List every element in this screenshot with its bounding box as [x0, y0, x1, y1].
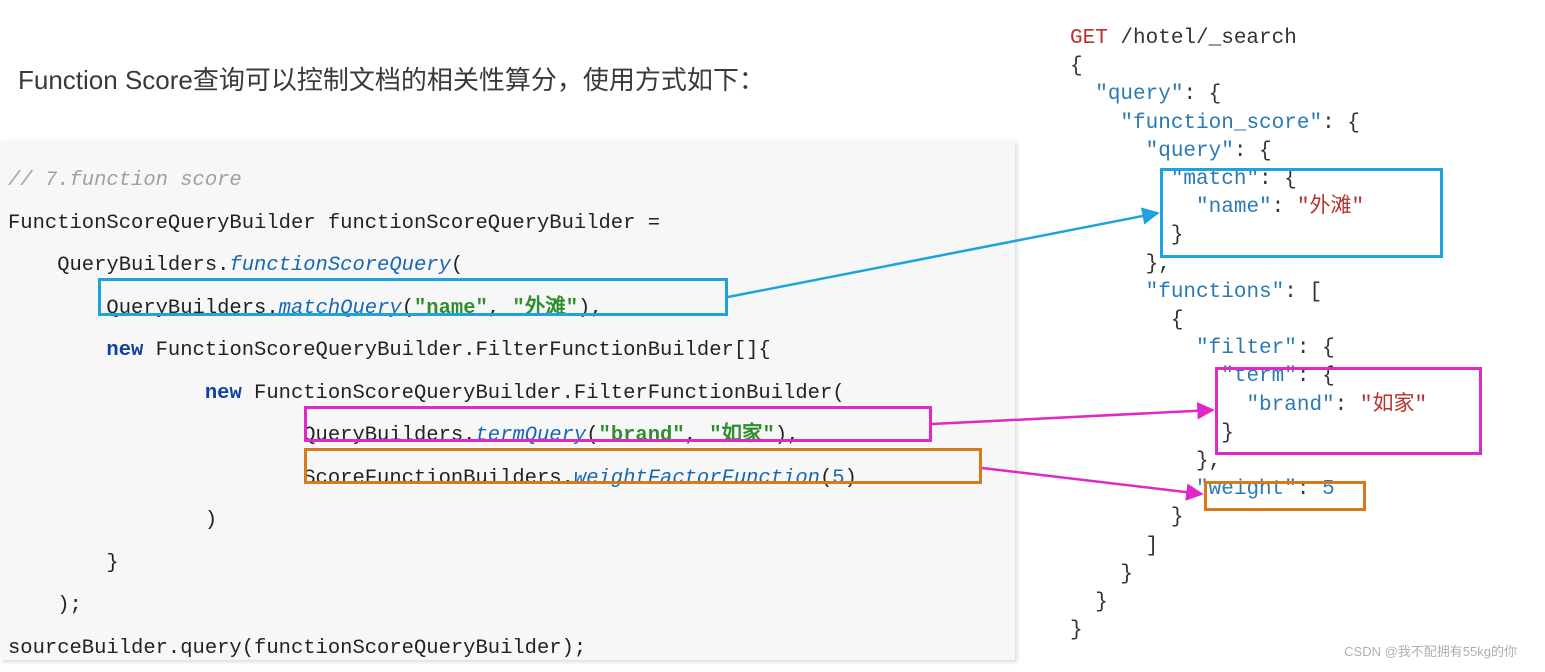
code-line: FunctionScoreQueryBuilder functionScoreQ… [0, 203, 1015, 246]
code-line: // 7.function score [0, 160, 1015, 203]
highlight-term-query [304, 406, 932, 442]
highlight-weight-factor [304, 448, 982, 484]
code-line: ) [0, 500, 1015, 543]
java-code-panel: // 7.function score FunctionScoreQueryBu… [0, 140, 1015, 660]
code-line: "function_score": { [1060, 110, 1535, 138]
highlight-json-match [1160, 168, 1443, 258]
watermark-text: CSDN @我不配拥有55kg的你 [1344, 641, 1517, 660]
code-line: "query": { [1060, 81, 1535, 109]
code-line: GET /hotel/_search [1060, 25, 1535, 53]
code-line: new FunctionScoreQueryBuilder.FilterFunc… [0, 330, 1015, 373]
highlight-json-term [1215, 367, 1482, 455]
code-line: "functions": [ [1060, 279, 1535, 307]
code-line: { [1060, 307, 1535, 335]
code-line: ] [1060, 533, 1535, 561]
page-title: Function Score查询可以控制文档的相关性算分，使用方式如下： [18, 60, 765, 97]
code-line: "query": { [1060, 138, 1535, 166]
highlight-match-query [98, 278, 728, 316]
code-line: { [1060, 53, 1535, 81]
code-line: sourceBuilder.query(functionScoreQueryBu… [0, 628, 1015, 671]
code-line: } [1060, 561, 1535, 589]
code-comment: // 7.function score [8, 169, 242, 192]
code-line: } [0, 543, 1015, 586]
highlight-json-weight [1204, 481, 1366, 511]
code-line: } [1060, 589, 1535, 617]
code-line: ); [0, 585, 1015, 628]
json-dsl-panel: GET /hotel/_search { "query": { "functio… [1060, 25, 1535, 645]
code-line: "filter": { [1060, 335, 1535, 363]
